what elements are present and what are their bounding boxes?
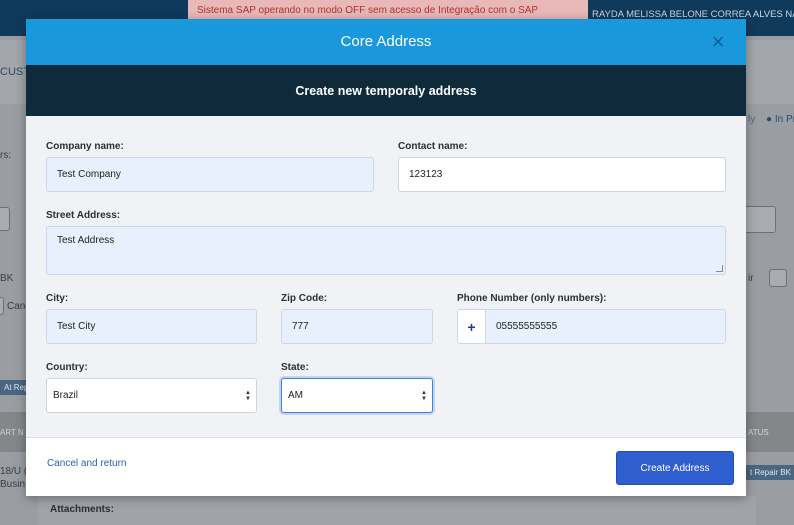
modal-title: Core Address <box>340 33 432 50</box>
modal-subheader: Create new temporaly address <box>26 65 746 116</box>
company-name-field[interactable]: Test Company <box>46 157 374 192</box>
city-field[interactable]: Test City <box>46 309 257 344</box>
bg-fragment-status: ATUS <box>748 428 769 437</box>
phone-number-label: Phone Number (only numbers): <box>457 293 607 304</box>
zip-code-label: Zip Code: <box>281 293 328 304</box>
core-address-modal: Core Address × Create new temporaly addr… <box>26 19 746 496</box>
street-address-field[interactable]: Test Address <box>46 226 726 275</box>
state-select[interactable]: AM ▲ ▼ <box>281 378 433 413</box>
bg-fragment-ly: ly <box>748 114 756 125</box>
phone-number-field[interactable]: 05555555555 <box>486 310 725 343</box>
phone-number-group: + 05555555555 <box>457 309 726 344</box>
modal-footer: Cancel and return Create Address <box>26 438 746 496</box>
zip-code-field[interactable]: 777 <box>281 309 433 344</box>
bg-fragment-row: 18/U ( <box>0 466 28 477</box>
city-label: City: <box>46 293 69 304</box>
company-name-value: Test Company <box>57 169 121 180</box>
bg-chip-repair-bk: t Repair BK <box>746 465 794 480</box>
phone-number-value: 05555555555 <box>496 321 558 332</box>
bg-fragment-bk: BK <box>0 273 14 284</box>
country-value: Brazil <box>53 390 79 401</box>
create-address-button[interactable]: Create Address <box>616 451 734 485</box>
state-value: AM <box>288 390 303 401</box>
modal-subtitle: Create new temporaly address <box>295 84 477 98</box>
bg-fragment-in-pr: ● In Pr <box>766 114 794 125</box>
bg-fragment-part: ART N <box>0 428 24 437</box>
country-select[interactable]: Brazil ▲ ▼ <box>46 378 257 413</box>
bg-fragment-busin: Busin <box>0 479 26 490</box>
contact-name-label: Contact name: <box>398 141 468 152</box>
close-icon[interactable]: × <box>708 31 728 53</box>
bg-checkbox-fragment <box>0 297 4 315</box>
contact-name-value: 123123 <box>409 169 443 180</box>
cancel-and-return-link[interactable]: Cancel and return <box>47 458 127 469</box>
street-address-label: Street Address: <box>46 210 121 221</box>
bg-checkbox-fragment-right <box>769 269 787 287</box>
company-name-label: Company name: <box>46 141 124 152</box>
bg-fragment-ir: ir <box>748 273 754 284</box>
country-label: Country: <box>46 362 88 373</box>
bg-select-fragment <box>0 207 10 231</box>
phone-prefix-plus-icon: + <box>458 310 486 343</box>
bg-fragment-in-pr-text: In Pr <box>774 114 794 125</box>
bg-attachments-label: Attachments: <box>50 504 114 515</box>
zip-code-value: 777 <box>292 321 309 332</box>
select-arrows-icon: ▲ ▼ <box>245 389 251 402</box>
bg-attachments-panel <box>38 496 756 525</box>
state-label: State: <box>281 362 309 373</box>
address-form: Company name: Test Company Contact name:… <box>26 116 746 438</box>
city-value: Test City <box>57 321 96 332</box>
street-address-value: Test Address <box>57 235 115 246</box>
resize-handle-icon[interactable] <box>716 265 723 272</box>
contact-name-field[interactable]: 123123 <box>398 157 726 192</box>
modal-header: Core Address × <box>26 19 746 65</box>
select-arrows-icon: ▲ ▼ <box>421 389 427 402</box>
bg-fragment-rs: rs: <box>0 150 12 161</box>
